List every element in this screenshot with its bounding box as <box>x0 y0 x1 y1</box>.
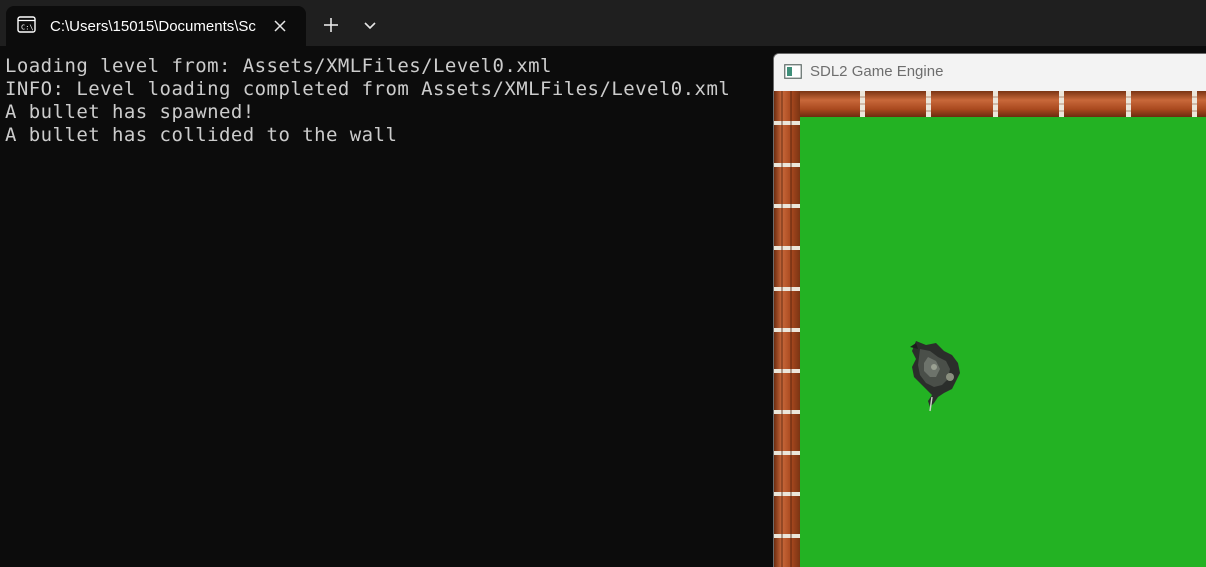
output-line: A bullet has spawned! <box>5 101 255 123</box>
svg-text:C:\: C:\ <box>21 24 34 32</box>
terminal-icon: C:\ <box>17 16 36 33</box>
chevron-down-icon[interactable] <box>357 12 383 38</box>
window-app-icon <box>784 64 802 79</box>
output-line: A bullet has collided to the wall <box>5 124 398 146</box>
game-window-titlebar[interactable]: SDL2 Game Engine <box>774 54 1206 91</box>
terminal-tab-bar: C:\ C:\Users\15015\Documents\Sc <box>0 0 1206 46</box>
player-tank-sprite <box>910 341 960 412</box>
output-line: Loading level from: Assets/XMLFiles/Leve… <box>5 55 552 77</box>
brick-wall-left <box>774 91 800 567</box>
terminal-tab[interactable]: C:\ C:\Users\15015\Documents\Sc <box>6 6 306 46</box>
terminal-output[interactable]: Loading level from: Assets/XMLFiles/Leve… <box>0 46 773 567</box>
close-icon[interactable] <box>269 15 291 37</box>
desktop: C:\ C:\Users\15015\Documents\Sc Loading … <box>0 0 1206 567</box>
game-window[interactable]: SDL2 Game Engine <box>773 53 1206 567</box>
plus-icon[interactable] <box>318 12 344 38</box>
output-line: INFO: Level loading completed from Asset… <box>5 78 731 100</box>
game-canvas[interactable] <box>774 91 1206 567</box>
tab-title: C:\Users\15015\Documents\Sc <box>50 18 256 35</box>
game-window-title: SDL2 Game Engine <box>810 63 944 80</box>
brick-wall-top <box>774 91 1206 117</box>
